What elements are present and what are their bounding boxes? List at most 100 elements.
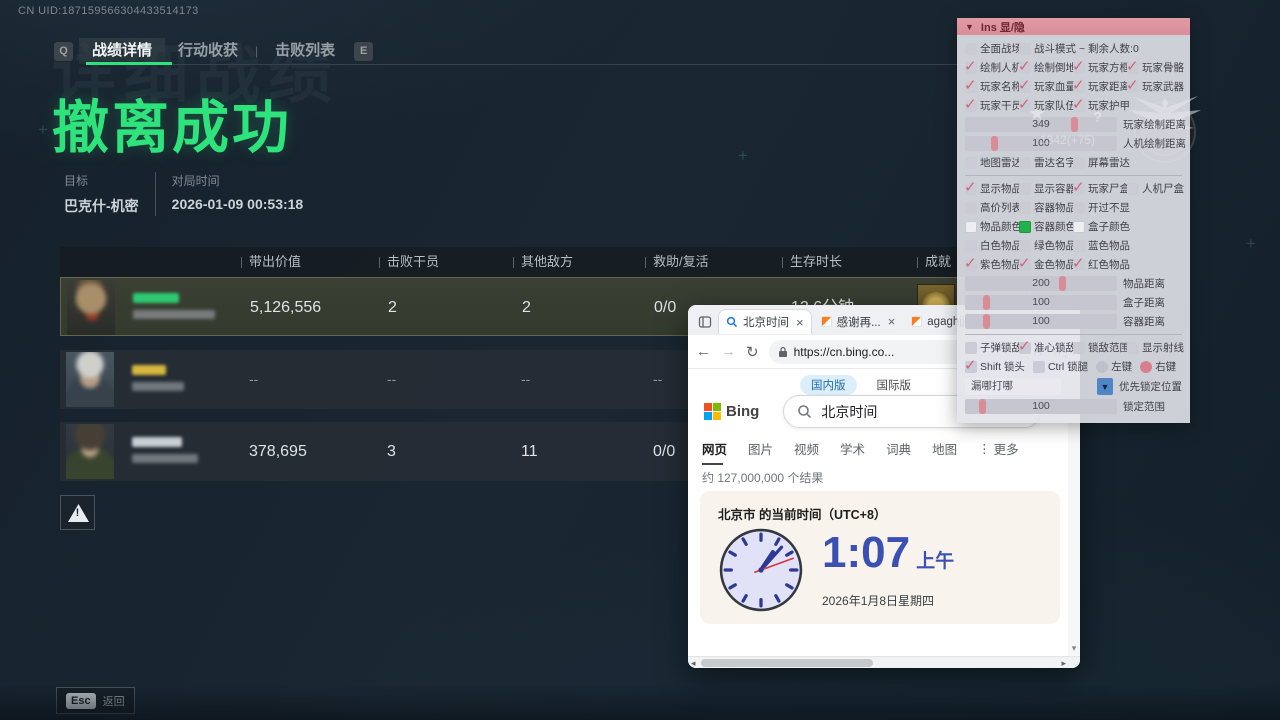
- color-swatch-容器颜色[interactable]: 容器颜色: [1019, 219, 1073, 234]
- back-icon[interactable]: ←: [696, 343, 711, 360]
- swatch-box[interactable]: [1019, 221, 1031, 233]
- serp-more-menu[interactable]: ⋮更多: [978, 439, 1019, 458]
- checkbox-box[interactable]: [1073, 240, 1085, 252]
- checkbox-绘制倒地[interactable]: ✓绘制倒地: [1019, 60, 1073, 75]
- checkbox-雷达名字[interactable]: 雷达名字: [1019, 155, 1073, 170]
- checkbox-全面战场[interactable]: 全面战场: [965, 41, 1019, 56]
- priority-dropdown[interactable]: 漏哪打哪: [965, 378, 1061, 395]
- slider[interactable]: 200: [965, 276, 1117, 291]
- checkbox-box[interactable]: [1073, 157, 1085, 169]
- tab-close-icon[interactable]: ×: [888, 314, 896, 329]
- tab-战绩详情[interactable]: 战绩详情: [79, 38, 165, 64]
- checkbox-蓝色物品[interactable]: 蓝色物品: [1073, 238, 1127, 253]
- checkbox-box[interactable]: [1127, 342, 1139, 354]
- checkbox-box[interactable]: [1019, 43, 1031, 55]
- tab-行动收获[interactable]: 行动收获: [165, 38, 251, 64]
- checkbox-Ctrl 锁腿[interactable]: Ctrl 锁腿: [1033, 359, 1088, 374]
- slider[interactable]: 100: [965, 136, 1117, 151]
- checkbox-玩家队伍[interactable]: ✓玩家队伍: [1019, 98, 1073, 113]
- radio-circle[interactable]: [1140, 361, 1152, 373]
- checkbox-战斗模式[interactable]: 战斗模式: [1019, 41, 1073, 56]
- checkbox-玩家骨骼[interactable]: ✓玩家骨骼: [1127, 60, 1181, 75]
- checkbox-玩家距离[interactable]: ✓玩家距离: [1073, 79, 1127, 94]
- checkbox-锁敌范围[interactable]: 锁敌范围: [1073, 340, 1127, 355]
- browser-tab[interactable]: 北京时间 ×: [718, 309, 812, 334]
- checkbox-红色物品[interactable]: ✓红色物品: [1073, 257, 1127, 272]
- panel-row-checks: 全面战场战斗模式~ 剩余人数:0: [965, 39, 1182, 58]
- tab-击败列表[interactable]: 击败列表: [262, 38, 348, 64]
- scroll-right-arrow-icon[interactable]: ▸: [1061, 657, 1066, 668]
- swatch-box[interactable]: [965, 221, 977, 233]
- radio-circle[interactable]: [1096, 361, 1108, 373]
- checkbox-金色物品[interactable]: ✓金色物品: [1019, 257, 1073, 272]
- dropdown-arrow-icon[interactable]: ▼: [1097, 378, 1113, 395]
- radio-左键[interactable]: 左键: [1096, 359, 1132, 374]
- option-label: 子弹锁敌: [980, 340, 1022, 355]
- serp-tab-网页[interactable]: 网页: [702, 439, 727, 458]
- checkbox-box[interactable]: [1019, 183, 1031, 195]
- cheat-menu-header[interactable]: ▼ Ins 显/隐: [957, 18, 1190, 35]
- checkbox-绘制人机[interactable]: ✓绘制人机: [965, 60, 1019, 75]
- forward-icon[interactable]: →: [721, 343, 736, 360]
- serp-tab-学术[interactable]: 学术: [840, 439, 865, 458]
- checkbox-地图雷达[interactable]: 地图雷达: [965, 155, 1019, 170]
- checkbox-Shift 锁头[interactable]: ✓Shift 锁头: [965, 359, 1025, 374]
- serp-tab-词典[interactable]: 词典: [886, 439, 911, 458]
- checkbox-子弹锁敌[interactable]: 子弹锁敌: [965, 340, 1019, 355]
- checkbox-box[interactable]: [1127, 183, 1139, 195]
- checkbox-玩家名称[interactable]: ✓玩家名称: [965, 79, 1019, 94]
- checkbox-box[interactable]: [1019, 202, 1031, 214]
- checkbox-显示射线[interactable]: 显示射线: [1127, 340, 1181, 355]
- checkbox-box[interactable]: [1073, 202, 1085, 214]
- checkbox-box[interactable]: [965, 342, 977, 354]
- checkbox-屏幕雷达[interactable]: 屏幕雷达: [1073, 155, 1127, 170]
- tab-list-icon[interactable]: [698, 315, 712, 329]
- swatch-box[interactable]: [1073, 221, 1085, 233]
- serp-tab-图片[interactable]: 图片: [748, 439, 773, 458]
- browser-tab[interactable]: 感谢再...×: [814, 309, 903, 334]
- scroll-left-arrow-icon[interactable]: ◂: [691, 657, 696, 668]
- slider[interactable]: 100: [965, 314, 1117, 329]
- serp-tab-视频[interactable]: 视频: [794, 439, 819, 458]
- checkbox-玩家武器[interactable]: ✓玩家武器: [1127, 79, 1181, 94]
- option-label: 战斗模式: [1034, 41, 1076, 56]
- refresh-icon[interactable]: ↻: [746, 343, 759, 361]
- slider[interactable]: 100: [965, 295, 1117, 310]
- serp-tab-地图[interactable]: 地图: [932, 439, 957, 458]
- checkbox-人机尸盒[interactable]: 人机尸盒: [1127, 181, 1181, 196]
- region-tab-国内版[interactable]: 国内版: [800, 375, 857, 395]
- checkbox-box[interactable]: [965, 202, 977, 214]
- checkbox-准心锁敌[interactable]: ✓准心锁敌: [1019, 340, 1073, 355]
- color-swatch-物品颜色[interactable]: 物品颜色: [965, 219, 1019, 234]
- checkbox-box[interactable]: [965, 43, 977, 55]
- checkbox-box[interactable]: [1073, 342, 1085, 354]
- region-tab-国际版[interactable]: 国际版: [871, 375, 918, 395]
- checkbox-box[interactable]: [965, 240, 977, 252]
- checkbox-显示物品[interactable]: ✓显示物品: [965, 181, 1019, 196]
- checkbox-玩家方框[interactable]: ✓玩家方框: [1073, 60, 1127, 75]
- checkbox-玩家尸盒[interactable]: ✓玩家尸盒: [1073, 181, 1127, 196]
- horizontal-scrollbar[interactable]: ◂ ▸: [688, 656, 1080, 668]
- checkbox-玩家血量[interactable]: ✓玩家血量: [1019, 79, 1073, 94]
- scroll-down-arrow-icon[interactable]: ▾: [1068, 643, 1080, 654]
- checkbox-绿色物品[interactable]: 绿色物品: [1019, 238, 1073, 253]
- radio-右键[interactable]: 右键: [1140, 359, 1176, 374]
- browser-tab-title: 北京时间: [743, 314, 789, 330]
- checkbox-紫色物品[interactable]: ✓紫色物品: [965, 257, 1019, 272]
- checkbox-box[interactable]: [1019, 240, 1031, 252]
- checkbox-白色物品[interactable]: 白色物品: [965, 238, 1019, 253]
- tab-close-icon[interactable]: ×: [796, 315, 804, 330]
- checkbox-box[interactable]: [965, 157, 977, 169]
- slider[interactable]: 100: [965, 399, 1117, 414]
- checkbox-box[interactable]: [1033, 361, 1045, 373]
- checkbox-高价列表[interactable]: 高价列表: [965, 200, 1019, 215]
- horizontal-scroll-thumb[interactable]: [701, 659, 873, 667]
- checkbox-容器物品[interactable]: 容器物品: [1019, 200, 1073, 215]
- checkbox-玩家护甲[interactable]: ✓玩家护甲: [1073, 98, 1127, 113]
- checkbox-开过不显[interactable]: 开过不显: [1073, 200, 1127, 215]
- checkbox-box[interactable]: [1019, 157, 1031, 169]
- checkbox-显示容器[interactable]: 显示容器: [1019, 181, 1073, 196]
- slider[interactable]: 349: [965, 117, 1117, 132]
- checkbox-玩家干员[interactable]: ✓玩家干员: [965, 98, 1019, 113]
- color-swatch-盒子颜色[interactable]: 盒子颜色: [1073, 219, 1127, 234]
